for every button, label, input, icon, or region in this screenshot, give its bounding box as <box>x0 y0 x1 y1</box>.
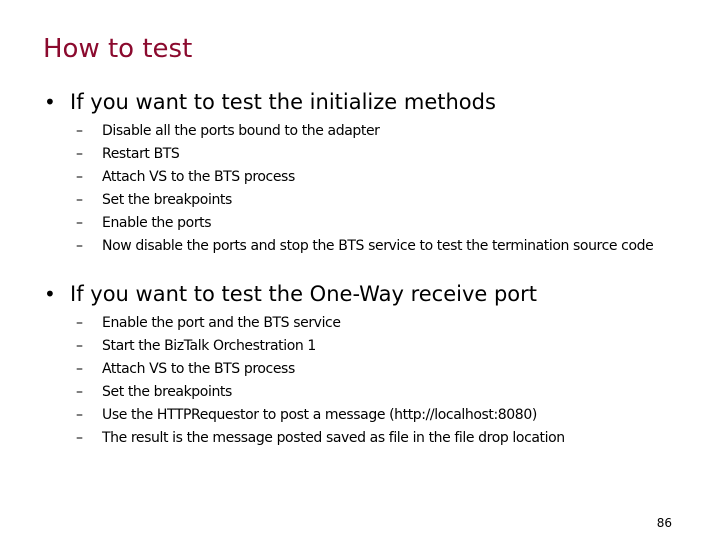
page-number: 86 <box>656 516 672 530</box>
list-item: – Attach VS to the BTS process <box>44 358 684 381</box>
list-item: – Start the BizTalk Orchestration 1 <box>44 335 684 358</box>
list-item: – Now disable the ports and stop the BTS … <box>44 235 684 258</box>
dash-icon: – <box>76 407 83 423</box>
section-heading: • If you want to test the initialize met… <box>44 88 684 116</box>
section-one-way-receive-port: • If you want to test the One-Way receiv… <box>44 280 684 450</box>
dash-icon: – <box>76 384 83 400</box>
section-heading: • If you want to test the One-Way receiv… <box>44 280 684 308</box>
section-heading-text: If you want to test the initialize metho… <box>70 90 496 114</box>
dash-icon: – <box>76 315 83 331</box>
bullet-icon: • <box>44 90 56 114</box>
section-heading-text: If you want to test the One-Way receive … <box>70 282 538 306</box>
list-item: – The result is the message posted saved … <box>44 427 684 450</box>
bullet-icon: • <box>44 282 56 306</box>
dash-icon: – <box>76 192 83 208</box>
list-item: – Enable the port and the BTS service <box>44 312 684 335</box>
dash-icon: – <box>76 215 83 231</box>
dash-icon: – <box>76 169 83 185</box>
list-item: – Attach VS to the BTS process <box>44 166 684 189</box>
section-initialize-methods: • If you want to test the initialize met… <box>44 88 684 258</box>
list-item: – Enable the ports <box>44 212 684 235</box>
list-item: – Restart BTS <box>44 143 684 166</box>
dash-icon: – <box>76 123 83 139</box>
sub-list: – Enable the port and the BTS service – St… <box>44 312 684 450</box>
list-item: – Disable all the ports bound to the adap… <box>44 120 684 143</box>
sub-list: – Disable all the ports bound to the adap… <box>44 120 684 258</box>
dash-icon: – <box>76 338 83 354</box>
dash-icon: – <box>76 238 83 254</box>
list-item: – Set the breakpoints <box>44 189 684 212</box>
dash-icon: – <box>76 146 83 162</box>
dash-icon: – <box>76 361 83 377</box>
list-item: – Set the breakpoints <box>44 381 684 404</box>
slide-title: How to test <box>43 34 193 64</box>
list-item: – Use the HTTPRequestor to post a message… <box>44 404 684 427</box>
dash-icon: – <box>76 430 83 446</box>
